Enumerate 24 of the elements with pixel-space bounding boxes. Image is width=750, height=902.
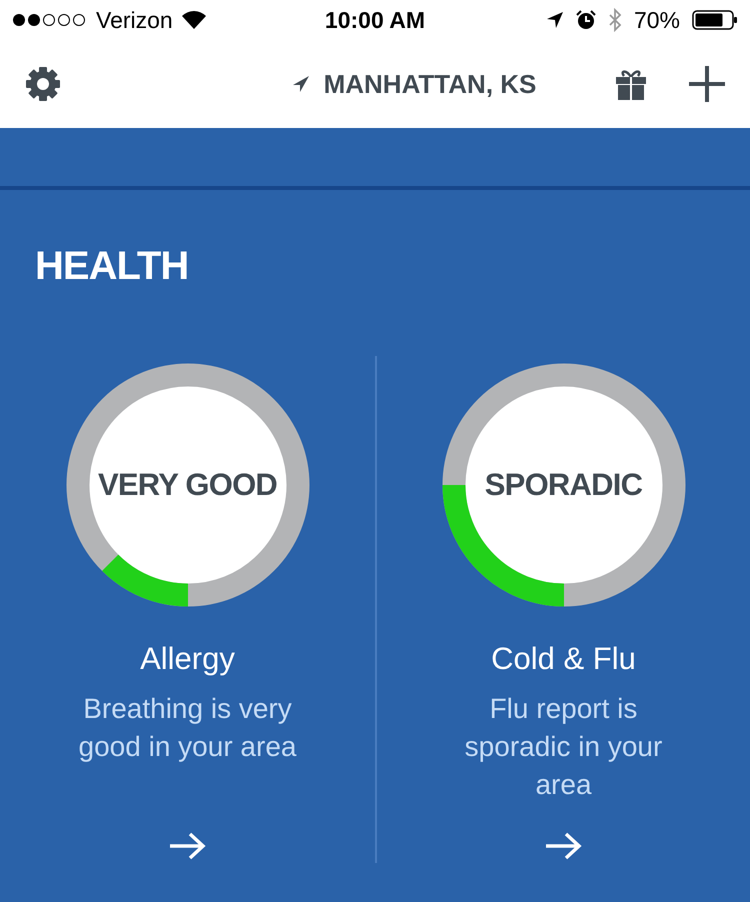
location-arrow-icon: [292, 75, 310, 93]
wifi-icon: [180, 10, 207, 30]
card-description: Breathing is very good in your area: [78, 692, 298, 764]
card-title: Cold & Flu: [491, 643, 636, 674]
gauge-rating: SPORADIC: [484, 466, 642, 504]
carrier-name: Verizon: [96, 6, 173, 35]
gauge-rating: VERY GOOD: [98, 466, 278, 504]
status-time: 10:00 AM: [324, 6, 426, 35]
alarm-clock-icon: [576, 10, 596, 30]
plus-icon: [688, 65, 726, 103]
card-title: Allergy: [140, 643, 235, 674]
card-description: Flu report is sporadic in your area: [464, 692, 664, 802]
arrow-right-icon: [544, 831, 582, 861]
bluetooth-icon: [608, 8, 622, 32]
arrow-right-icon: [168, 831, 206, 861]
add-button[interactable]: [688, 65, 726, 103]
settings-button[interactable]: [24, 65, 62, 103]
location-arrow-icon: [546, 11, 564, 29]
section-title: HEALTH: [35, 246, 190, 286]
battery-percent: 70%: [634, 6, 680, 35]
settings-icon: [24, 65, 62, 103]
battery-icon: [692, 10, 738, 30]
signal-icon: [12, 13, 88, 27]
location-title[interactable]: MANHATTAN, KS: [324, 64, 536, 104]
